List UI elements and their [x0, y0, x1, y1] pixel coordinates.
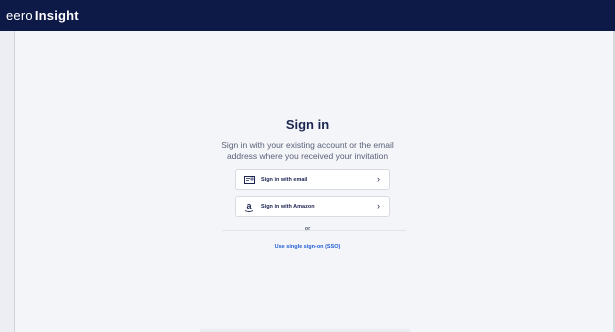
bottom-shadow: [200, 327, 410, 332]
top-bar: eero Insight: [0, 0, 615, 31]
logo-eero-text: eero: [6, 8, 33, 23]
subtitle-line-2: address where you received your invitati…: [226, 151, 389, 161]
sign-in-with-amazon-button[interactable]: a Sign in with Amazon ›: [235, 196, 390, 217]
chevron-right-icon: ›: [377, 174, 380, 184]
subtitle-line-1: Sign in with your existing account or th…: [221, 140, 394, 150]
svg-text:a: a: [246, 201, 252, 211]
sign-in-with-email-button[interactable]: Sign in with email ›: [235, 169, 390, 190]
amazon-logo-icon: a: [242, 201, 256, 213]
eero-insight-logo[interactable]: eero Insight: [6, 8, 79, 23]
amazon-button-label: Sign in with Amazon: [261, 203, 315, 210]
logo-insight-text: Insight: [34, 8, 79, 23]
sso-link[interactable]: Use single sign-on (SSO): [0, 244, 615, 250]
envelope-icon: [242, 174, 256, 186]
signin-subtitle: Sign in with your existing account or th…: [0, 140, 615, 162]
or-separator: or: [304, 226, 311, 232]
chevron-right-icon: ›: [377, 201, 380, 211]
email-button-label: Sign in with email: [261, 176, 308, 183]
page-title: Sign in: [285, 117, 330, 132]
